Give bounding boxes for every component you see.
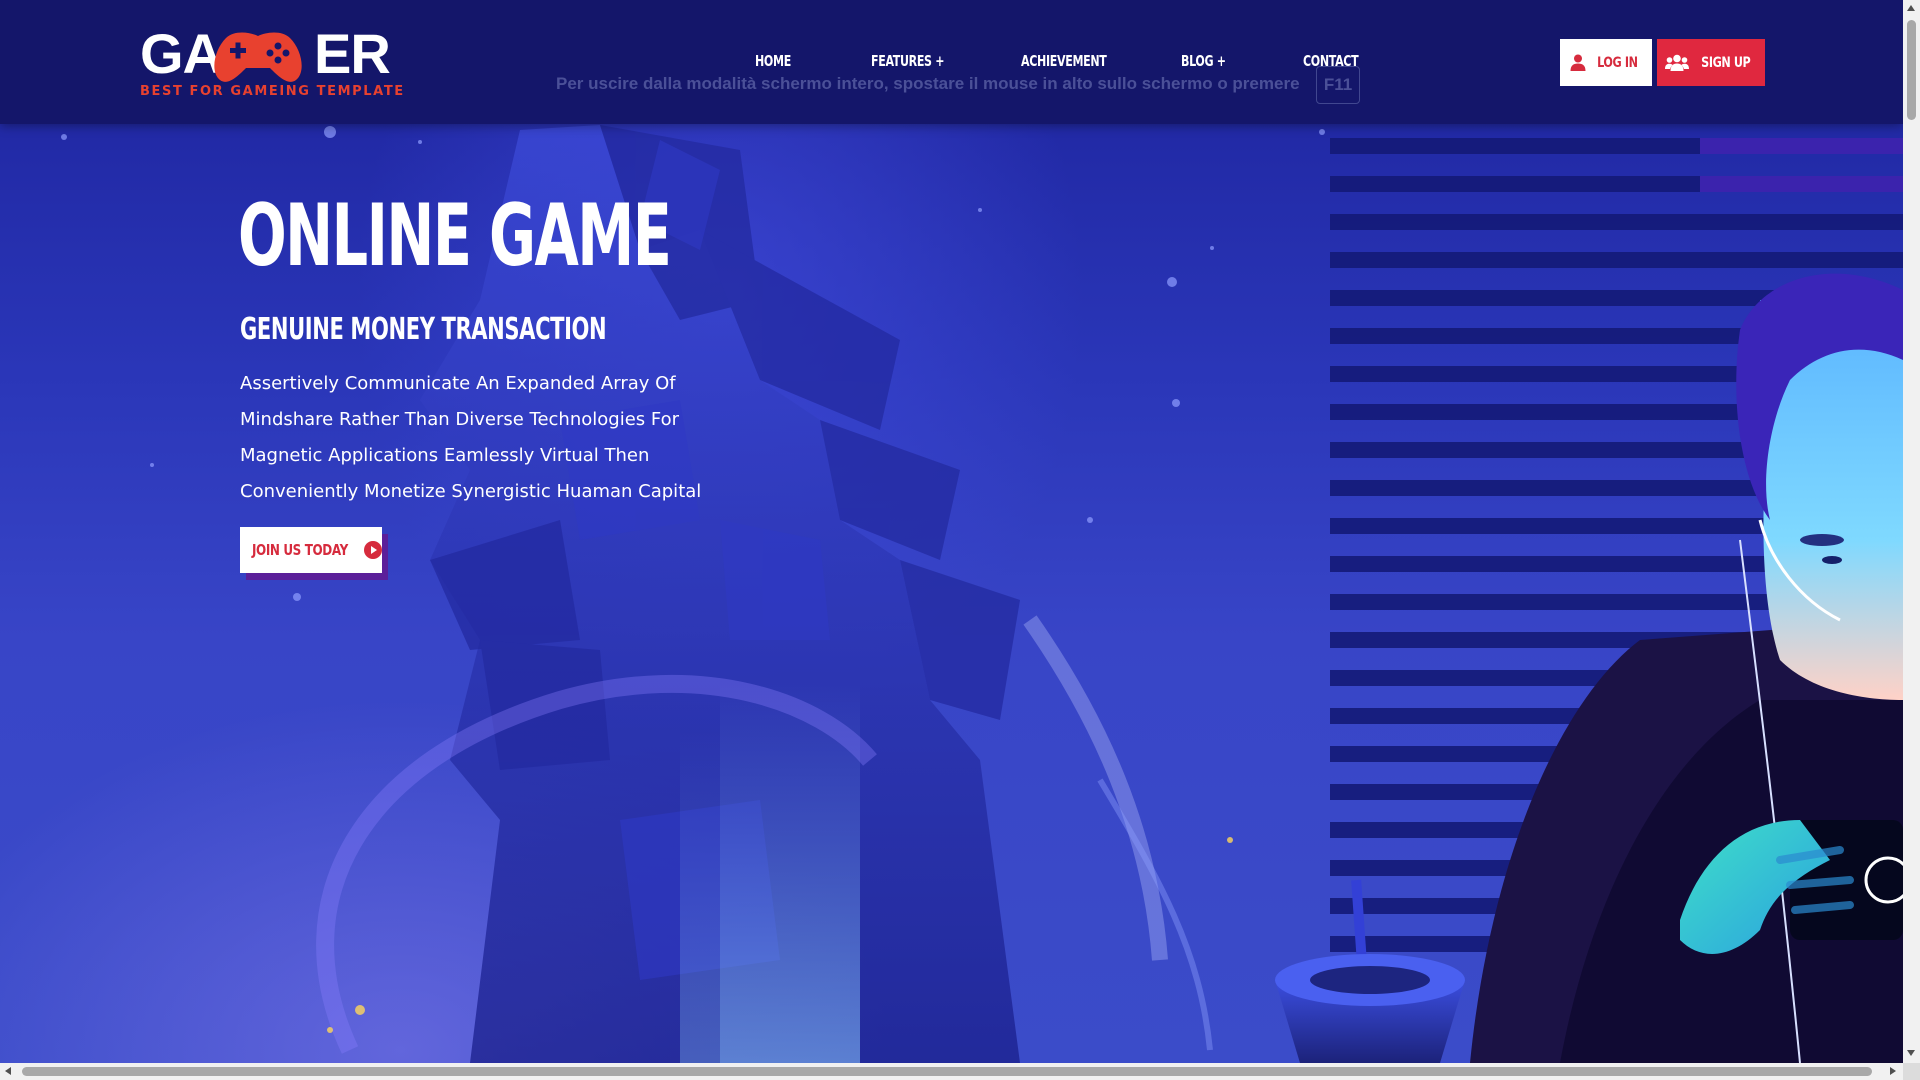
hero-description-line: Mindshare Rather Than Diverse Technologi…	[240, 409, 679, 430]
gamepad-icon	[214, 32, 302, 82]
hero-description: Assertively Communicate An Expanded Arra…	[240, 366, 760, 510]
login-label: LOG IN	[1596, 54, 1638, 71]
join-us-label: JOIN US TODAY	[252, 541, 348, 559]
hero-description-line: Conveniently Monetize Synergistic Huaman…	[240, 481, 702, 502]
scroll-up-arrow-icon[interactable]	[1907, 5, 1915, 11]
signup-button[interactable]: SIGN UP	[1657, 39, 1765, 86]
hero-description-line: Assertively Communicate An Expanded Arra…	[240, 373, 676, 394]
nav-item-achievement[interactable]: ACHIEVEMENT	[1021, 52, 1119, 70]
horizontal-scrollbar-thumb[interactable]	[22, 1067, 1872, 1076]
vertical-scrollbar[interactable]	[1903, 0, 1920, 1063]
logo-tagline: BEST FOR GAMEING TEMPLATE	[140, 84, 405, 99]
site-header: GA ER BEST FOR GAMEING TEMPLATE HOME FEAT…	[0, 0, 1903, 124]
hero-subtitle: GENUINE MONEY TRANSACTION	[240, 312, 607, 347]
page-viewport: GA ER BEST FOR GAMEING TEMPLATE HOME FEAT…	[0, 0, 1903, 1063]
scroll-right-arrow-icon[interactable]	[1890, 1067, 1896, 1075]
vertical-scrollbar-thumb[interactable]	[1907, 20, 1916, 120]
join-us-button-wrap: JOIN US TODAY	[240, 527, 388, 580]
play-circle-icon	[363, 541, 382, 559]
nav-item-home[interactable]: HOME	[755, 52, 817, 70]
hero-title: ONLINE GAME	[238, 186, 672, 286]
user-icon	[1570, 54, 1586, 71]
login-button[interactable]: LOG IN	[1560, 39, 1652, 86]
horizontal-scrollbar[interactable]	[0, 1063, 1903, 1080]
scroll-left-arrow-icon[interactable]	[5, 1067, 11, 1075]
users-icon	[1665, 54, 1690, 71]
signup-label: SIGN UP	[1701, 54, 1751, 71]
fullscreen-hint-key: F11	[1316, 66, 1360, 104]
join-us-button[interactable]: JOIN US TODAY	[240, 527, 382, 573]
scroll-down-arrow-icon[interactable]	[1907, 1050, 1915, 1056]
nav-item-blog[interactable]: BLOG +	[1181, 52, 1248, 70]
nav-item-features[interactable]: FEATURES +	[871, 52, 961, 70]
scrollbar-corner	[1903, 1063, 1920, 1080]
site-logo[interactable]: GA ER BEST FOR GAMEING TEMPLATE	[140, 24, 403, 104]
fullscreen-hint-text: Per uscire dalla modalità schermo intero…	[556, 74, 1300, 93]
logo-word-right: ER	[314, 22, 391, 85]
hero-description-line: Magnetic Applications Eamlessly Virtual …	[240, 445, 650, 466]
